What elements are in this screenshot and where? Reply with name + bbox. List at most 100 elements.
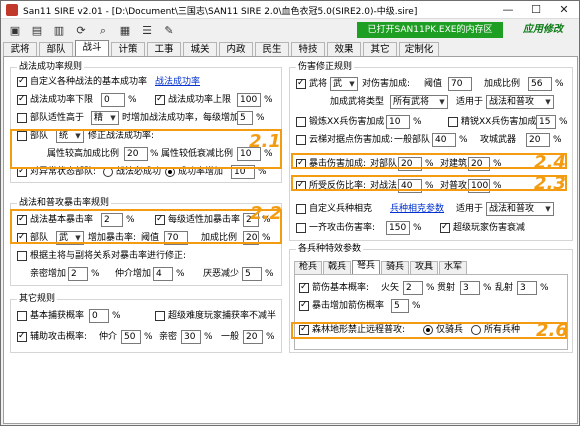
group-title: 伤害修正规则 [296,62,355,72]
arrow-base-label: 箭伤基本概率: [312,283,370,293]
apply2-select[interactable]: 战法和普攻 ▼ [486,202,554,216]
tab-siege[interactable]: 攻具 [410,261,438,274]
tab-facilities[interactable]: 工事 [147,42,181,57]
list-icon[interactable]: ☰ [137,22,157,40]
hard-capture-checkbox[interactable] [155,311,165,321]
assist-attack-checkbox[interactable] [17,330,27,342]
refresh-icon[interactable]: ⟳ [71,22,91,40]
ladder-damage-checkbox[interactable] [296,135,306,145]
grid-icon[interactable]: ▦ [115,22,135,40]
random-input[interactable]: 3 [517,281,537,295]
annotation-box-2-2 [10,209,282,244]
elite-damage-input[interactable]: 15 [536,115,556,129]
hard-damage-checkbox[interactable] [440,221,450,233]
tools-icon[interactable]: ✎ [159,22,179,40]
siege-label: 攻城武器 [480,135,517,145]
tab-effects[interactable]: 效果 [327,42,361,57]
arrow-base-checkbox[interactable] [299,281,309,293]
tab-strategy[interactable]: 计策 [111,42,145,57]
base-capture-checkbox[interactable] [17,311,27,321]
assist-kin-input[interactable]: 30 [181,330,201,344]
annotation-label: 2.6 [536,320,568,341]
tab-crossbow[interactable]: 弩兵 [352,260,380,274]
pct-label: % [264,95,273,105]
zoom-icon[interactable]: ⌕ [93,22,113,40]
time-bonus-input[interactable]: 5 [237,111,253,125]
siege-input[interactable]: 20 [526,133,550,147]
tab-skills[interactable]: 特技 [291,42,325,57]
memory-status-badge: 已打开SAN11PK.EXE的内存区 [357,22,503,38]
tab-halberd[interactable]: 戟兵 [323,261,351,274]
threshold-input[interactable]: 70 [448,77,472,91]
pierce-input[interactable]: 3 [460,281,480,295]
apply-select[interactable]: 战法和普攻 ▼ [486,95,554,109]
assist-normal-input[interactable]: 20 [243,330,263,344]
apply-changes-button[interactable]: 应用修改 [510,22,576,38]
tab-other[interactable]: 其它 [363,42,397,57]
crit-add-input[interactable]: 5 [391,299,409,313]
one-side-checkbox[interactable] [296,223,306,233]
custom-counter-checkbox[interactable] [296,204,306,214]
trained-damage-input[interactable]: 10 [386,115,410,129]
ratio-input[interactable]: 56 [528,77,552,91]
type-label: 加成武将类型 [330,97,385,107]
tab-spear[interactable]: 枪兵 [294,261,322,274]
close-button[interactable]: ✕ [551,2,577,18]
pct-label: % [112,311,121,321]
title-bar: San11 SIRE v2.01 - [D:\Document\三国志\SAN1… [1,1,579,19]
general-type-select[interactable]: 所有武将 ▼ [390,95,448,109]
tab-domestic[interactable]: 内政 [219,42,253,57]
custom-formula-checkbox[interactable] [17,75,27,87]
relation-checkbox[interactable] [17,251,27,261]
general-damage-checkbox[interactable] [296,77,306,89]
pct-label: % [555,79,564,89]
elite-damage-checkbox[interactable] [448,117,458,127]
tab-units[interactable]: 部队 [39,42,73,57]
match-input[interactable]: 4 [153,267,173,281]
window-title: San11 SIRE v2.01 - [D:\Document\三国志\SAN1… [23,7,418,17]
lower-limit-input[interactable]: 0 [101,93,125,107]
select-value: 战法和普攻 [489,97,535,107]
kin-input[interactable]: 2 [68,267,88,281]
counter-params-link[interactable]: 兵种相克参数 [390,203,444,215]
tab-generals[interactable]: 武将 [3,42,37,57]
pct-label: % [459,135,468,145]
annotation-label: 2.2 [250,203,282,224]
save-as-icon[interactable]: ▥ [49,22,69,40]
upper-limit-input[interactable]: 100 [237,93,261,107]
tab-livelihood[interactable]: 民生 [255,42,289,57]
minimize-button[interactable]: — [495,2,521,18]
tab-cities[interactable]: 城关 [183,42,217,57]
general-attr-select[interactable]: 武 ▼ [330,77,358,91]
normal-unit-label: 一般部队 [394,135,431,145]
group-title: 各兵种特效参数 [296,244,364,254]
tab-navy[interactable]: 水军 [439,261,467,274]
select-value: 精 [94,113,104,123]
base-capture-input[interactable]: 0 [89,309,109,323]
assist-match-input[interactable]: 50 [121,330,141,344]
trained-damage-checkbox[interactable] [296,117,306,127]
fire-input[interactable]: 2 [403,281,423,295]
save-icon[interactable]: ▤ [27,22,47,40]
tab-battle[interactable]: 战斗 [75,40,109,57]
normal-unit-input[interactable]: 40 [432,133,456,147]
hate-input[interactable]: 5 [242,267,262,281]
assist-normal-label: 一般 [221,332,240,342]
troop-adapt-checkbox[interactable] [17,113,27,123]
upper-limit-checkbox[interactable] [155,93,165,105]
pct-label: % [553,135,562,145]
crit-add-checkbox[interactable] [299,299,309,311]
tab-custom[interactable]: 定制化 [399,42,439,57]
maximize-button[interactable]: ☐ [523,2,549,18]
one-side-input[interactable]: 150 [386,221,410,235]
feature-subtabs: 枪兵 戟兵 弩兵 骑兵 攻具 水军 [294,260,568,275]
open-icon[interactable]: ▣ [5,22,25,40]
pct-label: % [128,95,137,105]
annotation-label: 2.4 [534,152,566,173]
assist-match-label: 仲介 [99,332,118,342]
tab-cavalry[interactable]: 骑兵 [381,261,409,274]
troop-adapt-select[interactable]: 精 ▼ [91,111,119,125]
success-rate-link[interactable]: 战法成功率 [155,76,200,88]
lower-limit-checkbox[interactable] [17,93,27,105]
one-side-label: 一齐攻击伤害率: [309,223,376,233]
